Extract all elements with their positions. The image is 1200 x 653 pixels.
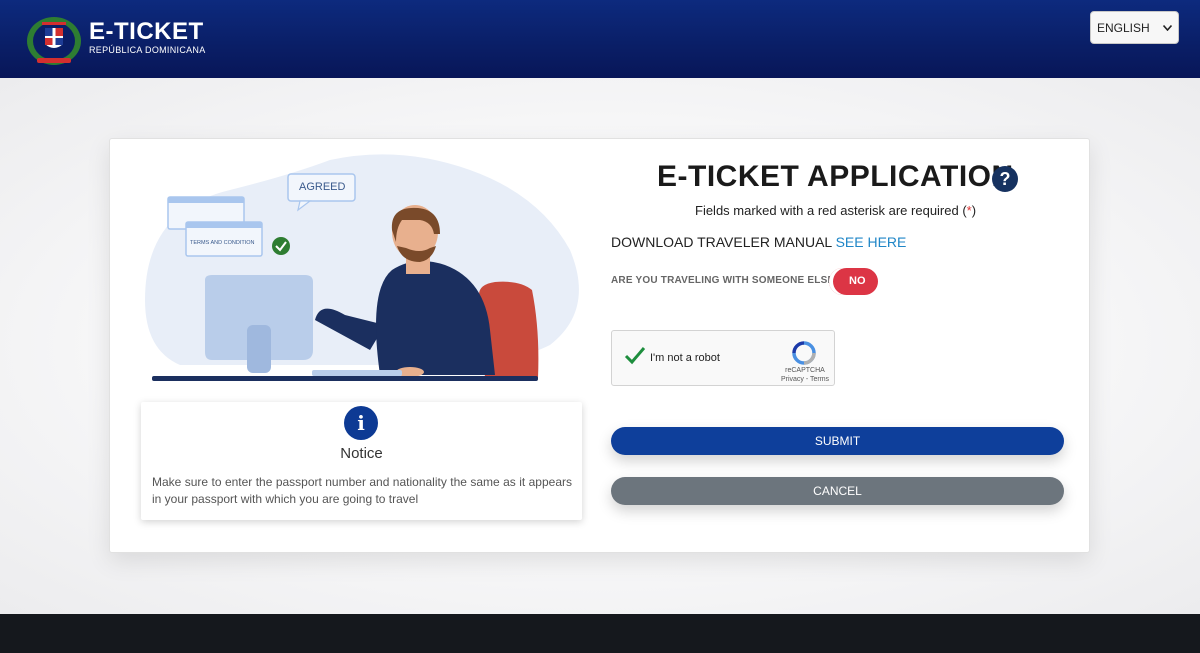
required-text: Fields marked with a red asterisk are re…: [695, 203, 967, 218]
captcha-links[interactable]: Privacy - Terms: [781, 376, 829, 383]
manual-text: DOWNLOAD TRAVELER MANUAL: [611, 234, 832, 250]
brand-subtitle: REPÚBLICA DOMINICANA: [89, 45, 206, 55]
recaptcha-widget: I'm not a robot reCAPTCHA Privacy - Terms: [611, 330, 835, 386]
brand-title: E-TICKET: [89, 18, 204, 45]
recaptcha-logo-icon: [792, 341, 816, 365]
traveling-question: ARE YOU TRAVELING WITH SOMEONE ELSE?: [611, 275, 841, 286]
language-value: ENGLISH: [1097, 20, 1150, 35]
notice-title: Notice: [340, 445, 383, 462]
footer-bar: [0, 614, 1200, 653]
info-icon: i: [344, 406, 378, 440]
notice-body: Make sure to enter the passport number a…: [152, 475, 572, 506]
help-icon[interactable]: ?: [992, 166, 1018, 192]
page-title: E-TICKET APPLICATION: [657, 160, 1014, 193]
header-bar: E-TICKET REPÚBLICA DOMINICANA ENGLISH: [0, 0, 1200, 78]
required-note: Fields marked with a red asterisk are re…: [695, 203, 976, 218]
checkmark-icon[interactable]: [624, 344, 646, 366]
see-here-link[interactable]: SEE HERE: [836, 234, 907, 250]
cancel-button[interactable]: CANCEL: [611, 477, 1064, 505]
agreed-label: AGREED: [299, 181, 346, 193]
check-icon: [272, 237, 290, 255]
notice-box: i Notice Make sure to enter the passport…: [141, 402, 582, 520]
traveling-toggle[interactable]: NO: [829, 268, 878, 295]
brand: E-TICKET REPÚBLICA DOMINICANA: [89, 18, 206, 56]
traveler-manual: DOWNLOAD TRAVELER MANUAL SEE HERE: [611, 234, 906, 250]
language-select[interactable]: ENGLISH: [1090, 11, 1179, 44]
chevron-down-icon: [1163, 24, 1172, 31]
coat-of-arms-logo[interactable]: [25, 10, 83, 68]
captcha-brand: reCAPTCHA Privacy - Terms: [780, 367, 830, 383]
toggle-label: NO: [849, 275, 866, 287]
person-at-computer-illustration: TERMS AND CONDITION AGREED: [145, 154, 579, 381]
submit-button[interactable]: SUBMIT: [611, 427, 1064, 455]
terms-label: TERMS AND CONDITION: [190, 240, 255, 246]
captcha-label: I'm not a robot: [650, 352, 720, 364]
required-close: ): [971, 203, 977, 218]
